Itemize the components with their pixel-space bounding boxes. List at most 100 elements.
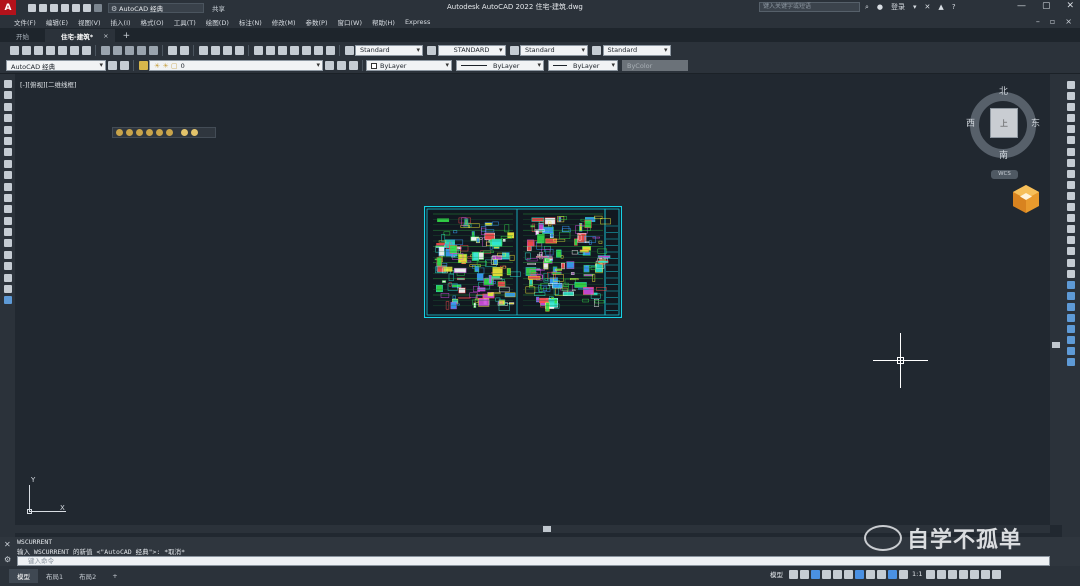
table-style-icon[interactable]	[509, 45, 519, 55]
workspace-combo[interactable]: AutoCAD 经典	[6, 60, 106, 71]
save-as-icon[interactable]	[61, 3, 69, 12]
help-icon[interactable]	[325, 45, 335, 55]
region-icon[interactable]	[3, 262, 12, 271]
join-icon[interactable]	[1067, 225, 1075, 234]
ellipse-icon[interactable]	[3, 182, 12, 191]
menu-modify[interactable]: 修改(M)	[267, 17, 301, 27]
ortho-icon[interactable]	[811, 569, 820, 579]
menu-window[interactable]: 窗口(W)	[332, 17, 367, 27]
layer-isolate-icon[interactable]	[348, 61, 358, 70]
workspace-switch-icon[interactable]	[926, 569, 936, 579]
render-icon[interactable]	[156, 129, 163, 136]
tool-palettes-icon[interactable]	[277, 45, 287, 55]
send-under-icon[interactable]	[1067, 325, 1075, 334]
menu-file[interactable]: 文件(F)	[9, 17, 41, 27]
tab-drawing[interactable]: 住宅-建筑* ×	[45, 29, 115, 42]
new-file-icon[interactable]	[28, 3, 36, 12]
layout-tab-2[interactable]: 布局2	[71, 569, 104, 583]
customization-menu-icon[interactable]	[992, 569, 1002, 579]
menu-insert[interactable]: 插入(I)	[106, 17, 136, 27]
sheet-set-icon[interactable]	[289, 45, 299, 55]
rectangle-icon[interactable]	[3, 125, 12, 134]
compass-east[interactable]: 东	[1031, 116, 1040, 129]
zoom-window-icon[interactable]	[222, 45, 232, 55]
markup-icon[interactable]	[301, 45, 311, 55]
help-search-input[interactable]: 键入关键字或短语	[759, 2, 860, 12]
light-icon[interactable]	[116, 129, 123, 136]
ellipse-arc-icon[interactable]	[3, 193, 12, 202]
mleader-style-select[interactable]: Standard	[602, 44, 671, 56]
annotation-scale[interactable]: 1:1	[910, 570, 924, 578]
mirror-icon[interactable]	[1067, 103, 1075, 112]
viewcube[interactable]: 上 北 南 东 西	[958, 84, 1048, 174]
compass-north[interactable]: 北	[999, 84, 1008, 97]
annotation-monitor-icon[interactable]	[937, 569, 947, 579]
transparency-icon[interactable]	[877, 569, 886, 579]
new-tab-button[interactable]: +	[115, 29, 139, 42]
isolate-objects-icon[interactable]	[970, 569, 980, 579]
customize-icon[interactable]: ⚙	[4, 555, 11, 564]
bring-above-icon[interactable]	[1067, 313, 1075, 322]
hatch-icon[interactable]	[3, 239, 12, 248]
units-icon[interactable]	[948, 569, 958, 579]
zoom-realtime-icon[interactable]	[210, 45, 220, 55]
viewport-controls[interactable]: [-][俯视][二维线框]	[20, 79, 77, 89]
redo-icon[interactable]	[94, 3, 102, 12]
offset-icon[interactable]	[1067, 114, 1075, 123]
revision-cloud-icon[interactable]	[3, 159, 12, 168]
vertical-scroll-thumb[interactable]	[1052, 342, 1060, 348]
workspace-select[interactable]: ⚙ AutoCAD 经典	[108, 2, 204, 13]
color-select[interactable]: ByLayer	[366, 60, 452, 71]
add-layout-button[interactable]: +	[104, 569, 125, 583]
menu-draw[interactable]: 绘图(D)	[201, 17, 234, 27]
layout-tab-model[interactable]: 模型	[9, 569, 38, 583]
layer-previous-icon[interactable]	[336, 61, 346, 70]
close-command-line-icon[interactable]: ✕	[4, 540, 11, 549]
publish-icon[interactable]	[69, 45, 79, 55]
erase-icon[interactable]	[1067, 81, 1075, 89]
undo-icon[interactable]	[167, 45, 177, 55]
snap-icon[interactable]	[800, 569, 809, 579]
bring-to-front-icon[interactable]	[1067, 291, 1075, 300]
minimize-icon[interactable]: —	[1017, 1, 1026, 11]
menu-parametric[interactable]: 参数(P)	[300, 17, 332, 27]
object-snap-icon[interactable]	[855, 569, 864, 579]
construction-line-icon[interactable]	[3, 91, 12, 100]
compass-south[interactable]: 南	[999, 148, 1008, 161]
sun-icon[interactable]	[126, 129, 133, 136]
trim-icon[interactable]	[1067, 180, 1075, 189]
floor-plan-drawing[interactable]	[424, 206, 622, 318]
preview-icon[interactable]	[57, 45, 67, 55]
open-file-icon[interactable]	[39, 3, 47, 12]
material-icon[interactable]	[136, 129, 143, 136]
layer-properties-icon[interactable]	[138, 61, 148, 70]
object-snap-tracking-icon[interactable]	[844, 569, 853, 579]
text-to-front-icon[interactable]	[1067, 336, 1075, 345]
copy-object-icon[interactable]	[1067, 92, 1075, 101]
properties-icon[interactable]	[253, 45, 263, 55]
tab-close-icon[interactable]: ×	[103, 32, 108, 40]
extend-icon[interactable]	[1067, 191, 1075, 200]
plot-icon[interactable]	[45, 45, 55, 55]
model-space-button[interactable]: 模型	[766, 569, 787, 579]
menu-format[interactable]: 格式(O)	[136, 17, 169, 27]
scale-icon[interactable]	[1067, 158, 1075, 167]
command-input[interactable]: 键入命令	[17, 556, 1050, 566]
wcs-menu[interactable]: WCS	[991, 170, 1018, 179]
doc-restore-icon[interactable]: ▫	[1050, 17, 1055, 26]
move-icon[interactable]	[1067, 136, 1075, 145]
workspace-settings-icon[interactable]	[107, 61, 117, 70]
vertical-scrollbar[interactable]	[1050, 74, 1062, 525]
horizontal-scroll-thumb[interactable]	[543, 526, 551, 532]
lineweight-select[interactable]: ByLayer	[548, 60, 618, 71]
explode-icon[interactable]	[1067, 269, 1075, 278]
menu-edit[interactable]: 编辑(E)	[41, 17, 73, 27]
block-editor-icon[interactable]	[148, 45, 158, 55]
paste-icon[interactable]	[124, 45, 134, 55]
doc-close-icon[interactable]: ×	[1065, 17, 1072, 26]
dims-to-front-icon[interactable]	[1067, 358, 1075, 367]
draw-order-icon[interactable]	[1067, 280, 1075, 289]
layout-tab-1[interactable]: 布局1	[38, 569, 71, 583]
autocad-logo-icon[interactable]: A	[0, 0, 16, 15]
gradient-icon[interactable]	[3, 250, 12, 259]
